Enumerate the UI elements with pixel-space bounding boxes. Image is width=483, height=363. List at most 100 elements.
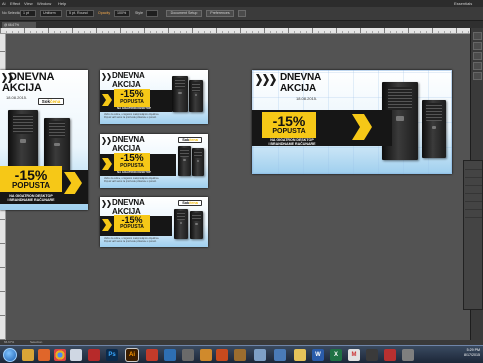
window-icon[interactable] bbox=[366, 349, 378, 361]
firefox-icon[interactable] bbox=[38, 349, 50, 361]
menu-item-view[interactable]: View bbox=[24, 0, 33, 7]
banner-title-1: DNEVNA bbox=[280, 72, 322, 83]
archive-icon[interactable] bbox=[234, 349, 246, 361]
menu-item-app[interactable]: Ai bbox=[2, 0, 6, 7]
system-tray[interactable]: 5:29 PM 8/17/2015 bbox=[418, 348, 480, 362]
discount-badge: -15% POPUSTA bbox=[114, 89, 150, 107]
logo-text-b: čena bbox=[50, 99, 61, 104]
opacity-field[interactable]: 100% bbox=[114, 10, 130, 17]
chevron-strip bbox=[102, 137, 111, 145]
illustrator-window: Ai Effect View Window Help Essentials No… bbox=[0, 0, 483, 363]
banner-title-2: AKCIJA bbox=[2, 82, 42, 94]
discount-badge: -15% POPUSTA bbox=[0, 166, 62, 192]
chrome-icon[interactable] bbox=[54, 349, 66, 361]
banner-title-1: DNEVNA bbox=[112, 71, 145, 80]
menu-item-help[interactable]: Help bbox=[58, 0, 66, 7]
stroke-panel-icon[interactable] bbox=[473, 72, 482, 80]
logo-text-a: Sok bbox=[41, 99, 50, 104]
swatches-panel-icon[interactable] bbox=[473, 42, 482, 50]
layer-row[interactable] bbox=[465, 211, 482, 218]
desktop-pc-image bbox=[189, 80, 203, 112]
document-tabs: @ 66.67% (CMYK/Preview) bbox=[0, 21, 483, 33]
layer-row[interactable] bbox=[465, 187, 482, 194]
color-panel-icon[interactable] bbox=[473, 32, 482, 40]
variable-width-profile[interactable]: Uniform bbox=[40, 10, 62, 17]
subtitle-line-1: NA GIGATRON DESKTOP bbox=[117, 170, 151, 174]
illustrator-icon[interactable]: Ai bbox=[126, 349, 138, 361]
layer-row[interactable] bbox=[465, 163, 482, 170]
presentation-icon[interactable] bbox=[216, 349, 228, 361]
banner-skyscraper[interactable]: DNEVNA AKCIJA 18.08.2015. Sokčena -15% P… bbox=[0, 70, 88, 210]
layer-row[interactable] bbox=[465, 203, 482, 210]
start-button[interactable] bbox=[3, 348, 17, 362]
desktop-pc-image bbox=[192, 148, 204, 176]
preferences-button[interactable]: Preferences bbox=[206, 10, 234, 17]
fine-print: Važno za online, u Gigatron maloprodajni… bbox=[104, 114, 159, 119]
horizontal-ruler[interactable] bbox=[0, 28, 470, 34]
paint-icon[interactable] bbox=[200, 349, 212, 361]
banner-subtitle: NA GIGATRON DESKTOP bbox=[104, 106, 164, 110]
opacity-label[interactable]: Opacity bbox=[98, 10, 110, 17]
chevron-strip bbox=[256, 74, 276, 86]
banner-medium-c[interactable]: DNEVNA AKCIJA Sokčena -15% POPUSTA Važno… bbox=[100, 197, 208, 247]
subtitle-line-2: I BRANDNAME RAČUNARE bbox=[7, 198, 55, 203]
banner-subtitle: NA GIGATRON DESKTOP I BRANDNAME RAČUNARE bbox=[0, 194, 62, 202]
banner-title-1: DNEVNA bbox=[112, 135, 145, 144]
discount-badge: -15% POPUSTA bbox=[114, 215, 150, 232]
close-app-icon[interactable] bbox=[384, 349, 396, 361]
banner-large[interactable]: DNEVNA AKCIJA 18.08.2015. -15% POPUSTA N… bbox=[252, 70, 452, 174]
discount-badge: -15% POPUSTA bbox=[262, 112, 316, 138]
fine-print: Važno za online, u Gigatron maloprodajni… bbox=[104, 178, 159, 183]
gmail-icon[interactable]: M bbox=[348, 349, 360, 361]
app-icon[interactable] bbox=[146, 349, 158, 361]
desktop-pc-image bbox=[178, 146, 191, 176]
brushes-panel-icon[interactable] bbox=[473, 52, 482, 60]
banner-subtitle: NA GIGATRON DESKTOP I BRANDNAME RAČUNARE bbox=[260, 138, 324, 146]
layer-row[interactable] bbox=[465, 195, 482, 202]
word-icon[interactable]: W bbox=[312, 349, 324, 361]
media-icon[interactable] bbox=[70, 349, 82, 361]
desktop-pc-image bbox=[190, 211, 203, 239]
style-label: Style bbox=[135, 11, 143, 15]
acrobat-icon[interactable] bbox=[88, 349, 100, 361]
layers-panel[interactable] bbox=[463, 160, 483, 310]
calculator-icon[interactable] bbox=[274, 349, 286, 361]
tool-icon[interactable] bbox=[182, 349, 194, 361]
discount-value: -15% bbox=[272, 113, 306, 129]
fine-print: Važno za online, u Gigatron maloprodajni… bbox=[104, 238, 159, 243]
excel-icon[interactable]: X bbox=[330, 349, 342, 361]
chevron-strip bbox=[102, 73, 111, 81]
desktop-pc-image bbox=[422, 100, 446, 158]
graphic-style-picker[interactable] bbox=[146, 10, 158, 17]
arrange-icon[interactable] bbox=[238, 10, 246, 17]
control-bar: No Selection 1 pt Uniform 5 pt. Round Op… bbox=[0, 7, 483, 21]
desktop-pc-image bbox=[174, 209, 188, 239]
notepad-icon[interactable] bbox=[254, 349, 266, 361]
banner-medium-a[interactable]: DNEVNA AKCIJA Sokčena -15% POPUSTA NA GI… bbox=[100, 70, 208, 124]
menu-item-window[interactable]: Window bbox=[37, 0, 51, 7]
symbols-panel-icon[interactable] bbox=[473, 62, 482, 70]
workspace-switcher[interactable]: Essentials bbox=[454, 0, 472, 7]
layer-row[interactable] bbox=[465, 171, 482, 178]
photoshop-icon[interactable]: Ps bbox=[106, 349, 118, 361]
menu-bar: Ai Effect View Window Help Essentials bbox=[0, 0, 483, 7]
subtitle-line-2: I BRANDNAME RAČUNARE bbox=[268, 142, 316, 147]
discount-badge: -15% POPUSTA bbox=[114, 153, 150, 171]
banner-date: 18.08.2015. bbox=[6, 95, 28, 100]
explorer-icon[interactable] bbox=[22, 349, 34, 361]
banner-title-1: DNEVNA bbox=[112, 198, 145, 207]
banner-title-2: AKCIJA bbox=[112, 80, 141, 89]
banner-medium-b[interactable]: DNEVNA AKCIJA Sokčena -15% POPUSTA NA GI… bbox=[100, 134, 208, 188]
menu-item-effect[interactable]: Effect bbox=[10, 0, 20, 7]
discount-word: POPUSTA bbox=[120, 99, 144, 105]
sokcena-logo: Sokčena bbox=[178, 200, 202, 206]
tray-arrow-icon[interactable] bbox=[402, 349, 414, 361]
discount-word: POPUSTA bbox=[120, 224, 144, 230]
layer-row[interactable] bbox=[465, 179, 482, 186]
folder-icon[interactable] bbox=[294, 349, 306, 361]
brush-definition[interactable]: 5 pt. Round bbox=[66, 10, 94, 17]
stroke-weight-field[interactable]: 1 pt bbox=[20, 10, 36, 17]
document-setup-button[interactable]: Document Setup bbox=[166, 10, 202, 17]
skype-icon[interactable] bbox=[164, 349, 176, 361]
banner-title-2: AKCIJA bbox=[112, 144, 141, 153]
